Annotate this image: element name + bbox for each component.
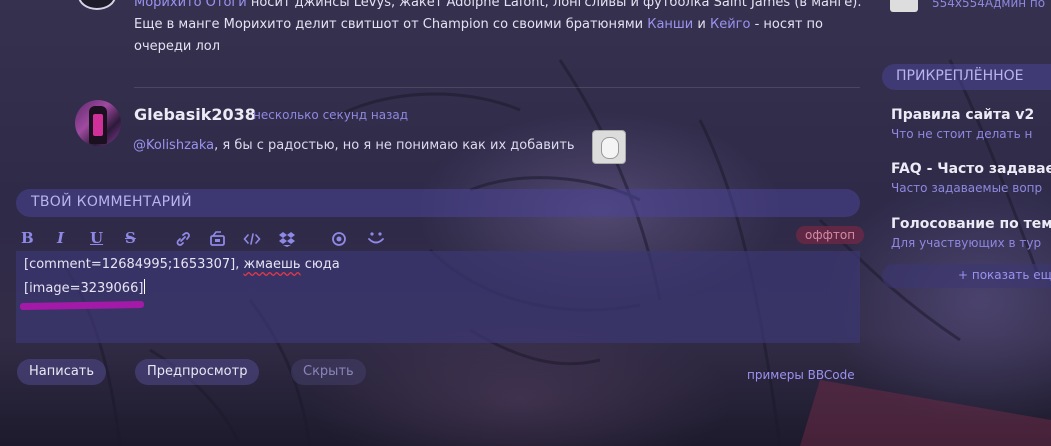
spellcheck-error: жмаешь: [243, 257, 301, 272]
composer-header: ТВОЙ КОММЕНТАРИЙ: [16, 189, 860, 217]
smile-icon[interactable]: [367, 230, 385, 250]
avatar[interactable]: [890, 0, 918, 12]
offtop-toggle[interactable]: оффтоп: [796, 226, 865, 244]
avatar[interactable]: [75, 100, 121, 146]
comment-textarea[interactable]: [comment=12684995;1653307], жмаешь сюда …: [16, 251, 860, 343]
highlighter-mark: [19, 300, 145, 311]
sidebar: 554x554Админ по ПРИКРЕПЛЁННОЕ Правила са…: [882, 0, 1051, 446]
comment-body: , я бы с радостью, но я не понимаю как и…: [214, 138, 575, 153]
dropbox-icon[interactable]: [278, 231, 296, 251]
inline-link[interactable]: Морихито Отоги: [134, 0, 247, 10]
underline-button[interactable]: U: [90, 229, 103, 249]
spoiler-icon[interactable]: [331, 231, 347, 251]
bold-button[interactable]: B: [21, 229, 34, 249]
link-icon[interactable]: [175, 231, 191, 251]
pinned-item-subtitle: Для участвующих в тур: [891, 236, 1042, 250]
italic-button[interactable]: I: [57, 229, 64, 249]
pinned-header: ПРИКРЕПЛЁННОЕ: [882, 64, 1051, 90]
main-column: Морихито Отоги носит джинсы Levys, жакет…: [0, 0, 875, 446]
pinned-item-title[interactable]: Голосование по тем: [891, 216, 1051, 232]
text-segment: и: [693, 17, 710, 32]
hide-button[interactable]: Скрыть: [291, 359, 366, 385]
sidebar-top-text[interactable]: 554x554Админ по: [932, 0, 1045, 10]
divider: [134, 87, 860, 88]
code-icon[interactable]: [243, 231, 261, 251]
pinned-item-title[interactable]: Правила сайта v2: [891, 107, 1034, 123]
editor-line: [image=3239066]: [24, 279, 146, 296]
image-icon[interactable]: [209, 231, 227, 251]
inline-link[interactable]: Кейго: [710, 17, 750, 32]
pinned-item-title[interactable]: FAQ - Часто задавае: [891, 161, 1051, 177]
comment-text: @Kolishzaka, я бы с радостью, но я не по…: [133, 138, 575, 153]
avatar[interactable]: [78, 0, 116, 10]
bbcode-toolbar: B I U S: [20, 229, 860, 249]
mention-link[interactable]: @Kolishzaka: [133, 138, 214, 153]
previous-comment-text: Морихито Отоги носит джинсы Levys, жакет…: [134, 0, 869, 58]
comment-time[interactable]: несколько секунд назад: [253, 108, 408, 122]
inline-link[interactable]: Канши: [647, 17, 693, 32]
editor-text: сюда: [300, 257, 340, 272]
editor-text: [image=3239066]: [24, 281, 144, 296]
editor-text: [comment=12684995;1653307],: [24, 257, 244, 272]
composer-title: ТВОЙ КОММЕНТАРИЙ: [31, 194, 192, 210]
pinned-item-subtitle: Что не стоит делать н: [891, 127, 1033, 141]
strike-button[interactable]: S: [125, 229, 136, 249]
sticker-image[interactable]: [592, 130, 626, 164]
show-more-bar: + показать ещ: [882, 264, 1051, 288]
bbcode-examples-link[interactable]: примеры BBCode: [747, 368, 855, 382]
submit-button[interactable]: Написать: [17, 359, 107, 385]
comment-author[interactable]: Glebasik2038: [134, 105, 256, 124]
text-caret: [144, 279, 146, 294]
editor-line: [comment=12684995;1653307], жмаешь сюда: [24, 257, 340, 272]
pinned-title: ПРИКРЕПЛЁННОЕ: [896, 68, 1024, 84]
preview-button[interactable]: Предпросмотр: [135, 359, 260, 385]
show-more-link[interactable]: + показать ещ: [958, 268, 1051, 282]
pinned-item-subtitle: Часто задаваемые вопр: [891, 181, 1043, 195]
